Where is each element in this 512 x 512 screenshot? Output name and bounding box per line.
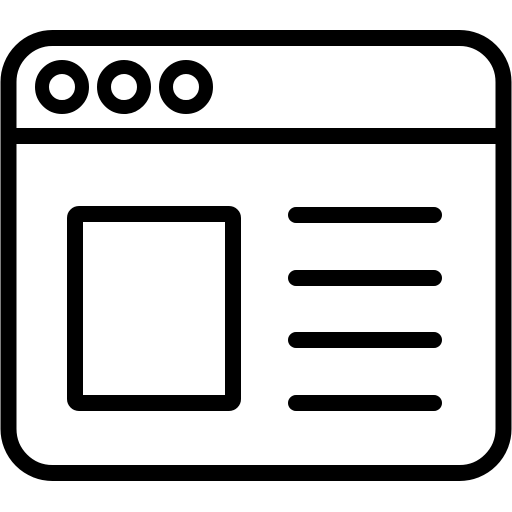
browser-window-icon — [0, 30, 512, 481]
window-control-dot — [159, 60, 213, 114]
text-lines — [288, 207, 442, 411]
window-controls — [35, 60, 213, 114]
icon-canvas — [0, 0, 512, 512]
window-control-dot — [35, 60, 89, 114]
window-control-dot — [97, 60, 151, 114]
image-placeholder — [67, 206, 241, 411]
